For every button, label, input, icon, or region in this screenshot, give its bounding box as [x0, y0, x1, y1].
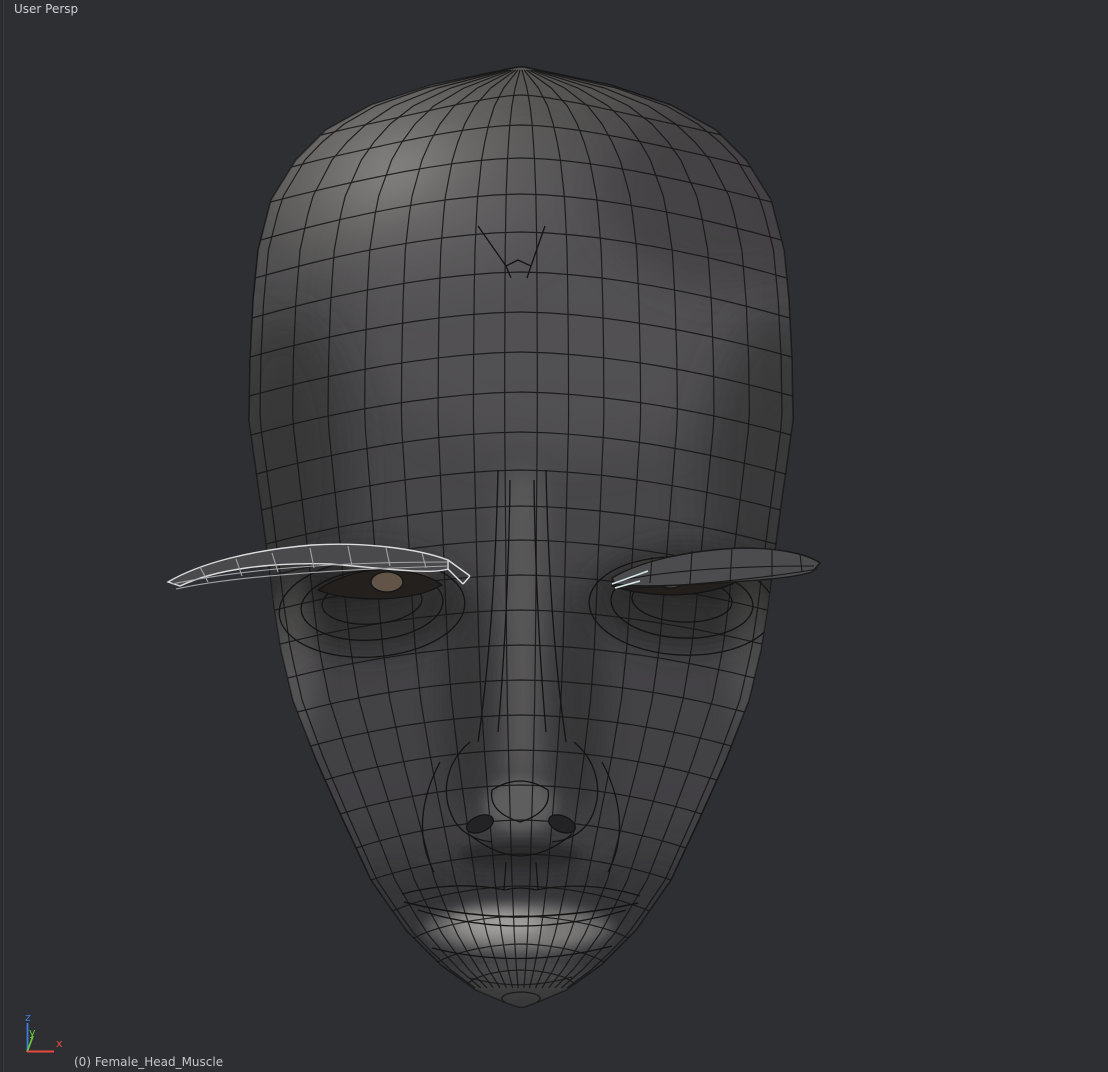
iris-left: [371, 572, 403, 592]
y-axis-label: y: [29, 1026, 36, 1039]
z-axis-label: z: [25, 1011, 31, 1024]
viewport-canvas[interactable]: User Persp z y x (0) Female_Head_Muscle: [0, 0, 1108, 1072]
x-axis-label: x: [56, 1037, 63, 1050]
object-name-label: (0) Female_Head_Muscle: [74, 1055, 223, 1069]
viewport-view-label: User Persp: [14, 2, 78, 16]
3d-viewport[interactable]: User Persp z y x (0) Female_Head_Muscle: [0, 0, 1108, 1072]
viewport-left-border: [3, 0, 4, 1072]
